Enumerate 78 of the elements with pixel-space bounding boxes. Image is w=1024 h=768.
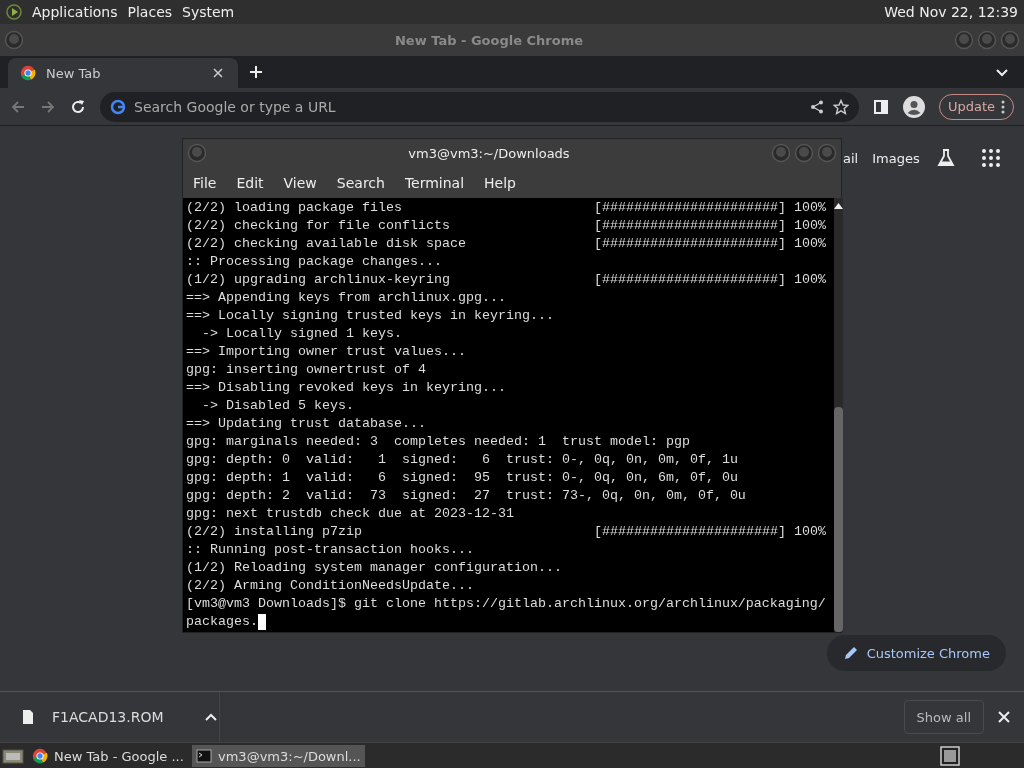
chrome-logo-icon [20,65,36,81]
progress-bar-text: [######################] [594,217,787,235]
address-bar[interactable]: Search Google or type a URL [100,91,859,122]
google-logo-icon [110,98,126,115]
customize-chrome-button[interactable]: Customize Chrome [826,635,1006,671]
clock: Wed Nov 22, 12:39 [884,4,1018,20]
scrollbar[interactable] [834,198,843,632]
gmail-link[interactable]: ail [843,150,859,166]
panel-menu[interactable]: System [182,4,235,20]
percent-text: 100% [794,271,827,289]
terminal-line: :: Running post-transaction hooks... [186,541,474,559]
back-icon[interactable] [10,98,26,115]
terminal-line: ==> Disabling revoked keys in keyring... [186,379,506,397]
apps-grid-icon[interactable] [981,149,1000,167]
taskbar-item[interactable]: New Tab - Google ... [28,745,188,767]
close-icon[interactable] [996,709,1012,725]
menu-item[interactable]: Search [336,174,385,191]
reload-icon[interactable] [70,98,86,115]
terminal-line: (1/2) upgrading archlinux-keyring [186,271,451,289]
percent-text: 100% [794,199,827,217]
percent-text: 100% [794,523,827,541]
terminal-icon [196,748,212,764]
progress-bar-text: [######################] [594,271,787,289]
terminal-line: gpg: inserting ownertrust of 4 [186,361,426,379]
workspace-switcher-icon[interactable] [940,746,960,766]
percent-text: 100% [794,235,827,253]
terminal-line: gpg: next trustdb check due at 2023-12-31 [186,505,514,523]
terminal-line: [vm3@vm3 Downloads]$ git clone https://gitlab.archlinux.org/archlinux/packaging/ [186,595,826,613]
show-all-button[interactable]: Show all [903,700,984,734]
terminal-line: -> Disabled 5 keys. [201,397,354,415]
chrome-logo-icon [32,748,48,764]
terminal-line: :: Processing package changes... [186,253,442,271]
new-tab-icon[interactable] [248,64,264,80]
terminal-line: gpg: depth: 1 valid: 6 signed: 95 trust: 0-, 0q, 0n, 6m, 0f, 0u [186,469,738,487]
terminal-line: ==> Updating trust database... [186,415,426,433]
menu-item[interactable]: File [193,174,217,191]
pencil-icon [842,645,859,661]
percent-text: 100% [794,217,827,235]
share-icon[interactable] [808,98,825,115]
terminal-line: (2/2) Arming ConditionNeedsUpdate... [186,577,474,595]
star-icon[interactable] [832,98,849,115]
panel-menu[interactable]: Places [127,4,173,20]
terminal-line: -> Locally signed 1 keys. [201,325,402,343]
images-link[interactable]: Images [872,150,920,166]
terminal-title: vm3@vm3:~/Downloads [407,145,571,161]
terminal-line: gpg: marginals needed: 3 completes needed: 1 trust model: pgp [186,433,690,451]
progress-bar-text: [######################] [594,199,787,217]
flask-icon[interactable] [935,148,956,168]
side-panel-icon[interactable] [872,98,889,115]
more-icon[interactable] [1001,99,1005,114]
terminal-line: ==> Appending keys from archlinux.gpg... [186,289,506,307]
menu-item[interactable]: View [283,174,317,191]
show-desktop-icon[interactable] [2,747,24,765]
terminal-line: ==> Locally signing trusted keys in keyring... [186,307,554,325]
window-title: New Tab - Google Chrome [393,32,585,48]
browser-tab[interactable]: New Tab [8,58,238,88]
menu-item[interactable]: Edit [236,174,264,191]
scroll-up-icon[interactable] [834,202,843,210]
terminal-line: gpg: depth: 2 valid: 73 signed: 27 trust: 73-, 0q, 0n, 0m, 0f, 0u [186,487,746,505]
terminal-line: gpg: depth: 0 valid: 1 signed: 6 trust: 0-, 0q, 0n, 0m, 0f, 1u [186,451,738,469]
progress-bar-text: [######################] [594,235,787,253]
panel-menu[interactable]: Applications [32,4,118,20]
terminal-line: (2/2) loading package files [186,199,403,217]
taskbar-item[interactable]: vm3@vm3:~/Downl... [192,745,365,767]
menu-item[interactable]: Help [484,174,516,191]
terminal-line: ==> Importing owner trust values... [186,343,466,361]
profile-avatar-icon[interactable] [902,95,925,118]
menu-item[interactable]: Terminal [404,174,465,191]
terminal-line: (1/2) Reloading system manager configuration... [186,559,562,577]
terminal-line: packages. [186,613,258,631]
menu-logo-icon[interactable] [6,4,22,20]
terminal-line: (2/2) checking available disk space [186,235,467,253]
forward-icon[interactable] [40,98,56,115]
file-icon [20,709,36,725]
terminal-line: (2/2) installing p7zip [186,523,363,541]
download-filename[interactable]: F1ACAD13.ROM [52,709,187,725]
terminal-line: (2/2) checking for file conflicts [186,217,451,235]
progress-bar-text: [######################] [594,523,787,541]
